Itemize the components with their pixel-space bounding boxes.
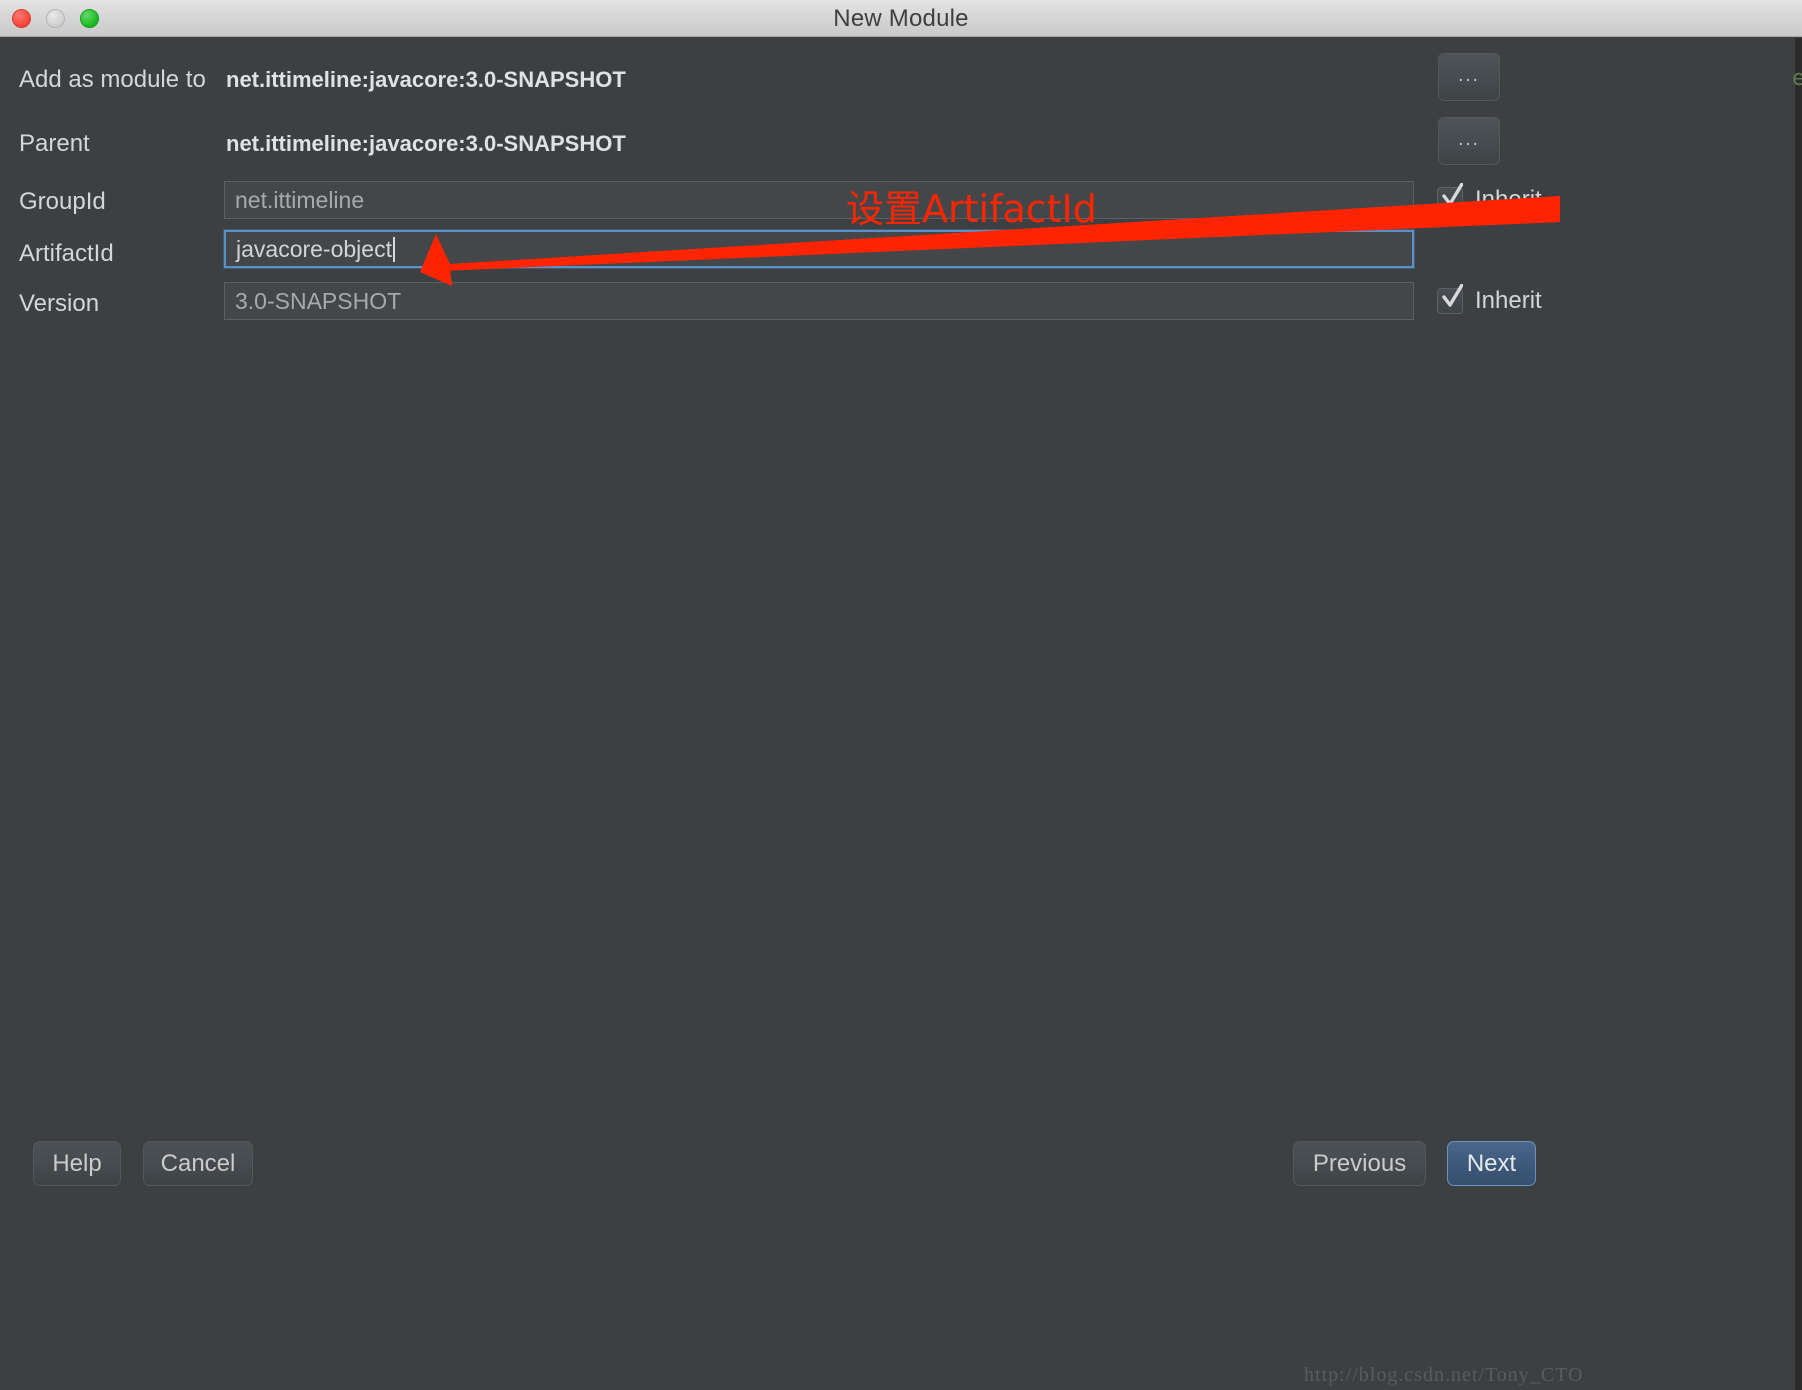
label-groupid: GroupId: [19, 188, 106, 215]
background-window-edge: [1795, 38, 1802, 1390]
cancel-button[interactable]: Cancel: [143, 1141, 253, 1186]
annotation-text: 设置ArtifactId: [846, 187, 1097, 231]
groupid-inherit-checkbox-row[interactable]: Inherit: [1437, 181, 1542, 219]
version-input[interactable]: 3.0-SNAPSHOT: [224, 282, 1414, 320]
browse-add-as-module-to-button[interactable]: ...: [1438, 53, 1500, 101]
checkmark-icon: [1442, 284, 1463, 307]
label-artifactid: ArtifactId: [19, 240, 114, 267]
watermark-url: http://blog.csdn.net/Tony_CTO: [1304, 1364, 1584, 1386]
background-window-glyph: e: [1792, 68, 1802, 90]
version-inherit-checkbox[interactable]: [1437, 284, 1463, 314]
artifactid-input-value: javacore-object: [236, 236, 392, 262]
value-add-as-module-to: net.ittimeline:javacore:3.0-SNAPSHOT: [226, 67, 626, 92]
groupid-input[interactable]: net.ittimeline: [224, 181, 1414, 219]
next-button[interactable]: Next: [1447, 1141, 1536, 1186]
row-add-as-module-to: Add as module to net.ittimeline:javacore…: [0, 59, 1802, 101]
label-parent: Parent: [19, 130, 90, 157]
checkmark-icon: [1442, 183, 1463, 206]
value-parent: net.ittimeline:javacore:3.0-SNAPSHOT: [226, 131, 626, 156]
previous-button[interactable]: Previous: [1293, 1141, 1426, 1186]
window-title: New Module: [833, 5, 969, 32]
help-button[interactable]: Help: [33, 1141, 121, 1186]
version-inherit-label: Inherit: [1475, 287, 1542, 314]
version-inherit-checkbox-row[interactable]: Inherit: [1437, 282, 1542, 320]
row-parent: Parent net.ittimeline:javacore:3.0-SNAPS…: [0, 123, 1802, 165]
browse-parent-button[interactable]: ...: [1438, 117, 1500, 165]
text-caret: [392, 237, 395, 262]
groupid-inherit-label: Inherit: [1475, 186, 1542, 213]
new-module-dialog: New Module Add as module to net.ittimeli…: [0, 0, 1802, 1390]
titlebar: New Module: [0, 0, 1802, 37]
groupid-inherit-checkbox[interactable]: [1437, 183, 1463, 213]
artifactid-input[interactable]: javacore-object: [224, 230, 1414, 268]
label-add-as-module-to: Add as module to: [19, 66, 206, 93]
label-version: Version: [19, 290, 100, 317]
